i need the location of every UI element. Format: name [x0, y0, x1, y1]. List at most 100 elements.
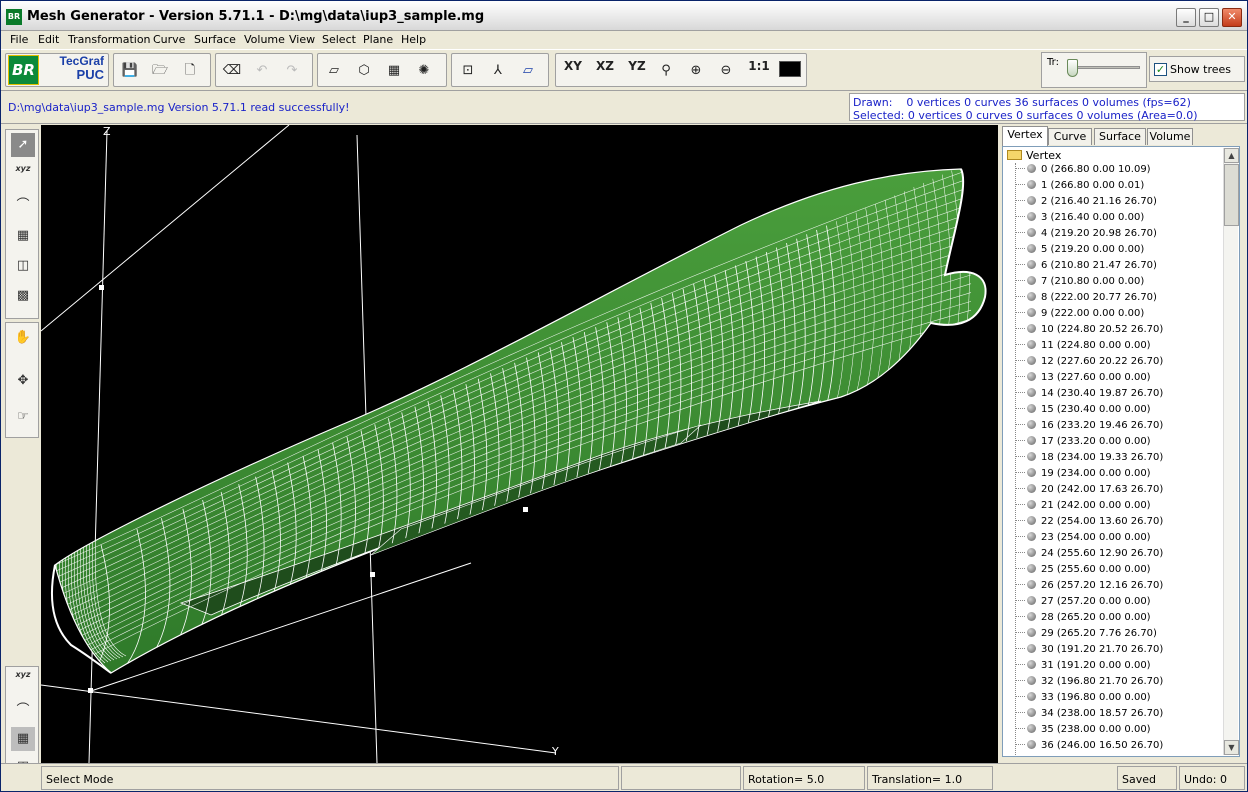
- redo-button[interactable]: ↷: [280, 59, 304, 83]
- tree-node-vertex[interactable]: 24 (255.60 12.90 26.70): [1015, 548, 1163, 564]
- select-mesh-volume-button[interactable]: ▩: [11, 284, 35, 308]
- maximize-button[interactable]: □: [1199, 8, 1219, 27]
- undo-button[interactable]: ↶: [250, 59, 274, 83]
- select-tool-button[interactable]: ➚: [11, 133, 35, 157]
- tree-node-vertex[interactable]: 8 (222.00 20.77 26.70): [1015, 292, 1157, 308]
- tree-node-vertex[interactable]: 21 (242.00 0.00 0.00): [1015, 500, 1151, 516]
- tree-node-vertex[interactable]: 31 (191.20 0.00 0.00): [1015, 660, 1151, 676]
- menu-curve[interactable]: Curve: [153, 33, 185, 46]
- tree-node-vertex[interactable]: 28 (265.20 0.00 0.00): [1015, 612, 1151, 628]
- vertex-marker[interactable]: [99, 285, 104, 290]
- pan-tool-button[interactable]: ✋: [11, 326, 35, 350]
- erase-button[interactable]: ⌫: [220, 59, 244, 83]
- tree-node-vertex[interactable]: 27 (257.20 0.00 0.00): [1015, 596, 1151, 612]
- menu-file[interactable]: File: [10, 33, 28, 46]
- tree-node-vertex[interactable]: 0 (266.80 0.00 10.09): [1015, 164, 1151, 180]
- tree-node-vertex[interactable]: 13 (227.60 0.00 0.00): [1015, 372, 1151, 388]
- scroll-down-button[interactable]: ▼: [1224, 740, 1239, 755]
- transparency-slider[interactable]: [1067, 59, 1078, 77]
- hull-surface[interactable]: [54, 168, 987, 674]
- tree-node-vertex[interactable]: 16 (233.20 19.46 26.70): [1015, 420, 1163, 436]
- view-yz-button[interactable]: YZ: [622, 59, 652, 83]
- view-xy-button[interactable]: XY: [558, 59, 588, 83]
- vertex-marker[interactable]: [523, 507, 528, 512]
- new-button[interactable]: 🗋: [178, 59, 202, 83]
- mesh-tool-button[interactable]: ▦: [382, 59, 406, 83]
- view-xz-button[interactable]: XZ: [590, 59, 620, 83]
- draw-volume-button[interactable]: ◫: [11, 755, 35, 763]
- menu-help[interactable]: Help: [401, 33, 426, 46]
- tree-node-vertex[interactable]: 2 (216.40 21.16 26.70): [1015, 196, 1157, 212]
- scroll-thumb[interactable]: [1224, 164, 1239, 226]
- menu-select[interactable]: Select: [322, 33, 356, 46]
- tree-node-vertex[interactable]: 11 (224.80 0.00 0.00): [1015, 340, 1151, 356]
- generate-tool-button[interactable]: ✺: [412, 59, 436, 83]
- tree-node-vertex[interactable]: 7 (210.80 0.00 0.00): [1015, 276, 1144, 292]
- tree-node-vertex[interactable]: 23 (254.00 0.00 0.00): [1015, 532, 1151, 548]
- transparency-track[interactable]: [1068, 66, 1140, 69]
- select-vertex-button[interactable]: xyz: [11, 164, 35, 188]
- menu-edit[interactable]: Edit: [38, 33, 59, 46]
- show-trees-checkbox[interactable]: ✓: [1154, 63, 1167, 76]
- menu-transformation[interactable]: Transformation: [68, 33, 151, 46]
- vertex-marker[interactable]: [370, 572, 375, 577]
- tree-node-vertex[interactable]: 35 (238.00 0.00 0.00): [1015, 724, 1151, 740]
- tree-node-vertex[interactable]: 6 (210.80 21.47 26.70): [1015, 260, 1157, 276]
- tab-vertex[interactable]: Vertex: [1002, 126, 1048, 146]
- draw-vertex-button[interactable]: xyz: [11, 670, 35, 694]
- move-tool-button[interactable]: ✥: [11, 369, 35, 393]
- background-color-button[interactable]: [778, 59, 802, 83]
- plane-button[interactable]: ▱: [516, 59, 540, 83]
- zoom-out-button[interactable]: ⊖: [714, 59, 738, 83]
- tree-node-vertex[interactable]: 26 (257.20 12.16 26.70): [1015, 580, 1163, 596]
- viewport-canvas[interactable]: Z Y: [41, 125, 998, 763]
- tree-root[interactable]: Vertex: [1007, 149, 1061, 163]
- close-button[interactable]: ✕: [1222, 8, 1242, 27]
- tab-curve[interactable]: Curve: [1048, 128, 1092, 145]
- tree-node-vertex[interactable]: 14 (230.40 19.87 26.70): [1015, 388, 1163, 404]
- vertex-marker[interactable]: [88, 688, 93, 693]
- tree-node-vertex[interactable]: 32 (196.80 21.70 26.70): [1015, 676, 1163, 692]
- 3d-viewport[interactable]: Z Y: [41, 125, 998, 763]
- zoom-in-button[interactable]: ⊕: [684, 59, 708, 83]
- zoom-window-button[interactable]: ⚲: [654, 59, 678, 83]
- tab-surface[interactable]: Surface: [1094, 128, 1146, 145]
- select-surface-button[interactable]: ▦: [11, 224, 35, 248]
- draw-curve-button[interactable]: ⌒: [11, 699, 35, 723]
- rotate-tool-button[interactable]: ☞: [11, 405, 35, 429]
- menu-view[interactable]: View: [289, 33, 315, 46]
- tree-node-vertex[interactable]: 25 (255.60 0.00 0.00): [1015, 564, 1151, 580]
- tree-node-vertex[interactable]: 34 (238.00 18.57 26.70): [1015, 708, 1163, 724]
- tree-node-vertex[interactable]: 3 (216.40 0.00 0.00): [1015, 212, 1144, 228]
- vertex-tree[interactable]: Vertex 0 (266.80 0.00 10.09) 1 (266.80 0.…: [1002, 146, 1240, 757]
- tree-node-vertex[interactable]: 4 (219.20 20.98 26.70): [1015, 228, 1157, 244]
- tree-node-vertex[interactable]: 17 (233.20 0.00 0.00): [1015, 436, 1151, 452]
- tree-node-vertex[interactable]: 22 (254.00 13.60 26.70): [1015, 516, 1163, 532]
- scroll-up-button[interactable]: ▲: [1224, 148, 1239, 163]
- tree-node-vertex[interactable]: 5 (219.20 0.00 0.00): [1015, 244, 1144, 260]
- draw-surface-button[interactable]: ▦: [11, 727, 35, 751]
- tree-scrollbar[interactable]: ▲ ▼: [1223, 148, 1239, 755]
- tree-node-vertex[interactable]: 30 (191.20 21.70 26.70): [1015, 644, 1163, 660]
- tree-node-vertex[interactable]: 36 (246.00 16.50 26.70): [1015, 740, 1163, 756]
- select-volume-button[interactable]: ◫: [11, 254, 35, 278]
- menu-plane[interactable]: Plane: [363, 33, 393, 46]
- minimize-button[interactable]: _: [1176, 8, 1196, 27]
- tree-node-vertex[interactable]: 9 (222.00 0.00 0.00): [1015, 308, 1144, 324]
- menu-surface[interactable]: Surface: [194, 33, 236, 46]
- select-curve-button[interactable]: ⌒: [11, 194, 35, 218]
- volume-tool-button[interactable]: ⬡: [352, 59, 376, 83]
- tree-node-vertex[interactable]: 33 (196.80 0.00 0.00): [1015, 692, 1151, 708]
- tree-node-vertex[interactable]: 20 (242.00 17.63 26.70): [1015, 484, 1163, 500]
- zoom-one-button[interactable]: 1:1: [744, 59, 774, 83]
- tree-node-vertex[interactable]: 15 (230.40 0.00 0.00): [1015, 404, 1151, 420]
- menu-volume[interactable]: Volume: [244, 33, 285, 46]
- hull-model[interactable]: [51, 166, 987, 676]
- save-button[interactable]: 💾: [118, 59, 142, 83]
- tree-node-vertex[interactable]: 10 (224.80 20.52 26.70): [1015, 324, 1163, 340]
- tree-node-vertex[interactable]: 19 (234.00 0.00 0.00): [1015, 468, 1151, 484]
- fit-view-button[interactable]: ⊡: [456, 59, 480, 83]
- axes-button[interactable]: ⅄: [486, 59, 510, 83]
- tree-node-vertex[interactable]: 1 (266.80 0.00 0.01): [1015, 180, 1144, 196]
- tree-node-vertex[interactable]: 29 (265.20 7.76 26.70): [1015, 628, 1157, 644]
